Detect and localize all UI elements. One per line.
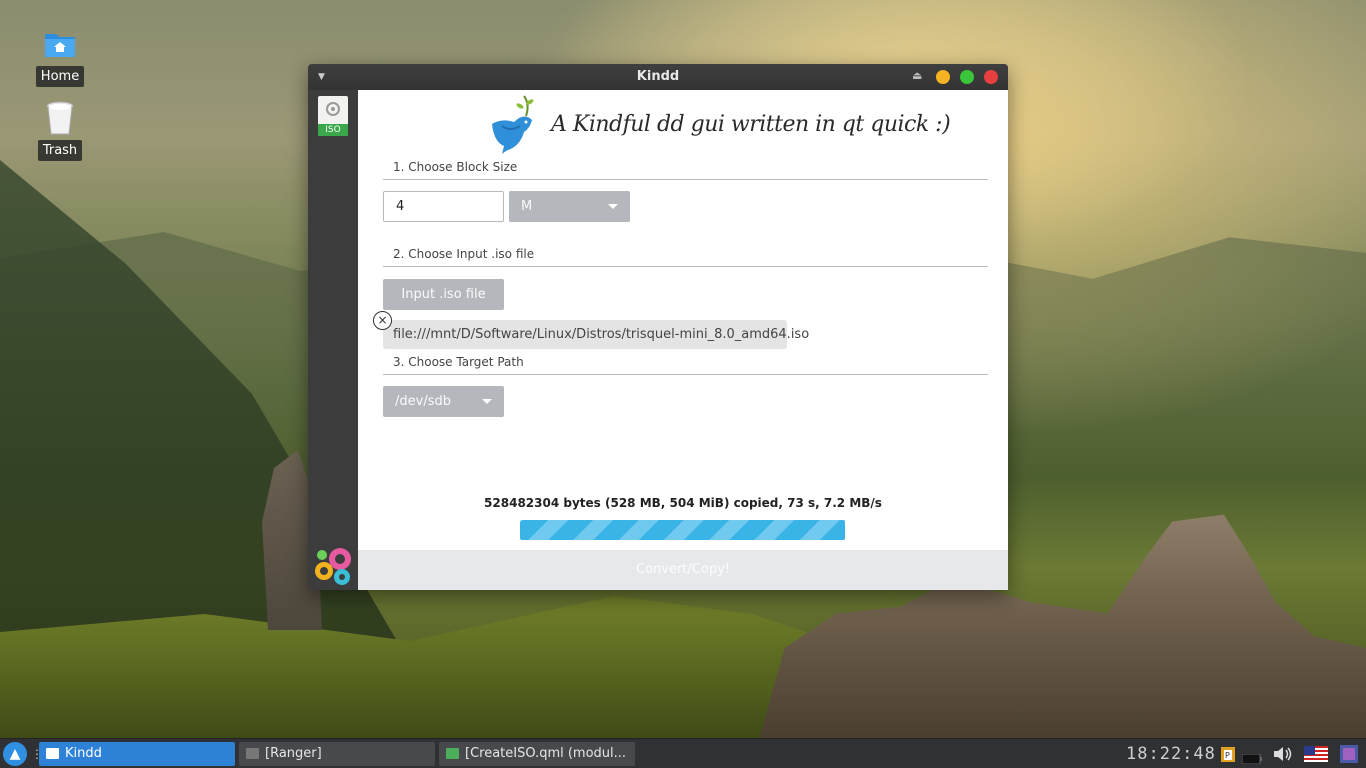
screen-icon[interactable] bbox=[1340, 745, 1358, 763]
window-title: Kindd bbox=[636, 69, 680, 84]
task-ranger[interactable]: [Ranger] bbox=[239, 742, 435, 766]
task-createiso[interactable]: [CreateISO.qml (modul... bbox=[439, 742, 635, 766]
desktop-icon-trash[interactable]: Trash bbox=[25, 100, 95, 161]
chevron-down-icon bbox=[608, 204, 618, 209]
task-kindd[interactable]: Kindd bbox=[39, 742, 235, 766]
kindd-window: ▼ Kindd ⏏ ISO A Kindful dd gui written i… bbox=[308, 64, 1008, 590]
window-icon bbox=[46, 748, 59, 759]
target-device-value: /dev/sdb bbox=[395, 394, 451, 409]
shade-icon[interactable]: ⏏ bbox=[912, 69, 922, 82]
volume-icon[interactable] bbox=[1272, 745, 1292, 763]
desktop-icon-label: Trash bbox=[37, 140, 83, 161]
svg-text:P: P bbox=[1225, 751, 1230, 760]
task-label: [CreateISO.qml (modul... bbox=[465, 746, 627, 761]
sidebar: ISO bbox=[308, 90, 358, 590]
maximize-button[interactable] bbox=[960, 70, 974, 84]
disc-icon bbox=[326, 102, 340, 116]
battery-icon[interactable] bbox=[1241, 749, 1262, 767]
input-iso-button[interactable]: Input .iso file bbox=[383, 279, 504, 310]
desktop-icon-home[interactable]: Home bbox=[25, 26, 95, 87]
section-input-file-title: 2. Choose Input .iso file bbox=[383, 247, 988, 267]
qt-creator-icon bbox=[446, 748, 459, 759]
home-folder-icon bbox=[42, 26, 78, 62]
window-titlebar[interactable]: ▼ Kindd ⏏ bbox=[308, 64, 1008, 90]
trash-icon bbox=[42, 100, 78, 136]
task-label: Kindd bbox=[65, 746, 102, 761]
task-label: [Ranger] bbox=[265, 746, 322, 761]
target-device-dropdown[interactable]: /dev/sdb bbox=[383, 386, 504, 417]
progress-fill bbox=[520, 520, 845, 540]
us-flag-icon[interactable] bbox=[1304, 746, 1328, 764]
copy-progress-bar bbox=[520, 520, 845, 540]
main-content: A Kindful dd gui written in qt quick :) … bbox=[358, 90, 1008, 590]
chevron-down-icon bbox=[482, 399, 492, 404]
minimize-button[interactable] bbox=[936, 70, 950, 84]
taskbar: ▲ ⋮ Kindd [Ranger] [CreateISO.qml (modul… bbox=[0, 738, 1366, 768]
terminal-icon bbox=[246, 748, 259, 759]
clear-file-icon[interactable]: × bbox=[373, 311, 392, 330]
clipboard-icon[interactable]: P bbox=[1220, 745, 1236, 763]
block-unit-value: M bbox=[521, 199, 533, 214]
block-unit-dropdown[interactable]: M bbox=[509, 191, 630, 222]
settings-gears-icon[interactable] bbox=[312, 545, 354, 587]
clock[interactable]: 18:22:48 bbox=[1126, 744, 1216, 764]
iso-tab-label: ISO bbox=[318, 124, 348, 136]
app-menu-icon[interactable]: ▲ bbox=[3, 742, 27, 766]
copy-status-text: 528482304 bytes (528 MB, 504 MiB) copied… bbox=[484, 496, 882, 510]
section-target-title: 3. Choose Target Path bbox=[383, 355, 988, 375]
desktop-icon-label: Home bbox=[35, 66, 85, 87]
iso-tab-button[interactable]: ISO bbox=[318, 96, 348, 136]
app-tagline: A Kindful dd gui written in qt quick :) bbox=[551, 112, 951, 137]
convert-copy-button[interactable]: Convert/Copy! bbox=[358, 550, 1008, 590]
close-button[interactable] bbox=[984, 70, 998, 84]
bird-logo-icon bbox=[488, 94, 544, 156]
selected-file-path: file:///mnt/D/Software/Linux/Distros/tri… bbox=[383, 320, 809, 349]
section-block-size-title: 1. Choose Block Size bbox=[383, 160, 988, 180]
block-size-input[interactable]: 4 bbox=[383, 191, 504, 222]
